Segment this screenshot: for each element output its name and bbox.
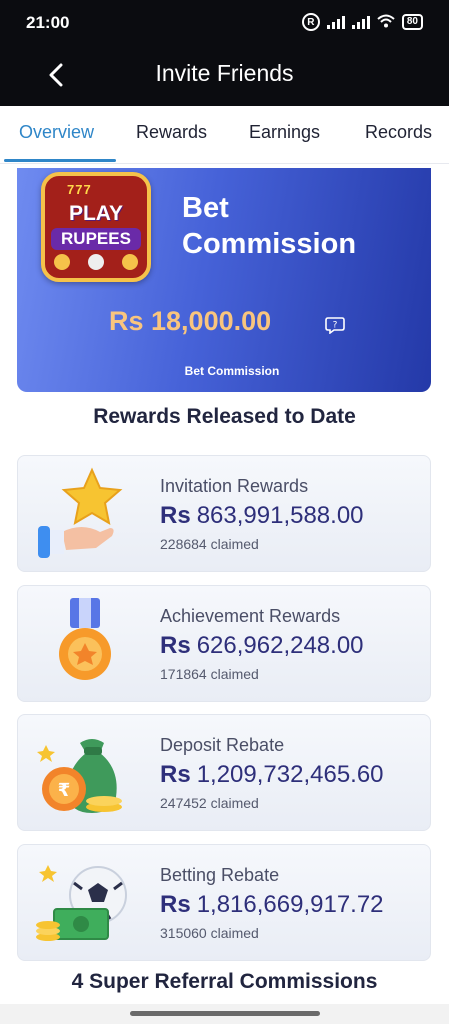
claimed-count: 247452 claimed [160,795,259,811]
tab-overview[interactable]: Overview [19,122,94,143]
reward-card-invitation[interactable]: Invitation Rewards Rs 863,991,588.00 2286… [17,455,431,572]
home-indicator-bar [0,1004,449,1024]
chat-info-icon[interactable]: ? [325,316,345,334]
status-time: 21:00 [26,13,70,32]
bet-title-line2: Commission [182,228,357,260]
logo-rupees-text: RUPEES [51,228,141,250]
wifi-icon [377,14,395,31]
tab-rewards[interactable]: Rewards [136,122,207,143]
home-indicator[interactable] [130,1011,320,1016]
reward-amount: Rs 1,209,732,465.60 [160,761,384,789]
svg-text:?: ? [333,321,338,331]
logo-play-text: PLAY [68,202,124,225]
claimed-count: 171864 claimed [160,666,259,682]
reward-label: Achievement Rewards [160,606,341,626]
reward-label: Deposit Rebate [160,735,285,755]
reward-label: Invitation Rewards [160,476,309,496]
rewards-released-title: Rewards Released to Date [93,405,356,428]
currency-symbol: Rs [160,891,191,918]
active-tab-indicator [4,159,116,162]
claimed-count: 228684 claimed [160,536,259,552]
football-cash-icon [36,865,127,941]
play-rupees-logo: 777 PLAY RUPEES [41,172,151,282]
bet-commission-title: Bet Commission [182,190,356,262]
status-icons: R 80 [301,13,423,31]
currency-symbol: Rs [160,632,191,659]
reward-card-deposit[interactable]: ₹ Deposit Rebate Rs 1,209,732,465.60 2474… [17,714,431,831]
amount-value: 1,209,732,465.60 [196,761,384,788]
bet-commission-card: 777 PLAY RUPEES Bet Commission Rs 18,000… [17,168,431,392]
r-badge-icon: R [301,13,320,31]
logo-slot-text: 777 [67,182,92,197]
currency-symbol: Rs [160,761,191,788]
signal-icon [326,15,345,29]
reward-label: Betting Rebate [160,865,280,885]
logo-chips [45,254,147,270]
hand-star-icon [38,467,123,558]
money-bag-icon: ₹ [37,739,122,813]
tab-earnings[interactable]: Earnings [249,122,320,143]
currency-symbol: Rs [160,502,191,529]
bet-commission-amount: Rs 18,000.00 [109,306,272,336]
signal-icon-2 [351,15,370,29]
tab-records[interactable]: Records [365,122,432,143]
reward-amount: Rs 626,962,248.00 [160,632,364,660]
status-bar: 21:00 R 80 [0,0,449,44]
amount-value: 863,991,588.00 [196,502,364,529]
amount-value: 626,962,248.00 [196,632,364,659]
page-title: Invite Friends [155,60,294,86]
claimed-count: 315060 claimed [160,925,259,941]
amount-value: 1,816,669,917.72 [196,891,384,918]
svg-text:₹: ₹ [58,780,71,801]
reward-amount: Rs 1,816,669,917.72 [160,891,384,919]
reward-amount: Rs 863,991,588.00 [160,502,364,530]
bet-commission-subtitle: Bet Commission [184,364,280,378]
medal-icon [59,598,111,680]
reward-card-betting[interactable]: Betting Rebate Rs 1,816,669,917.72 315060… [17,844,431,961]
top-nav-bar: Invite Friends [0,44,449,106]
reward-card-achievement[interactable]: Achievement Rewards Rs 626,962,248.00 171… [17,585,431,702]
bet-title-line1: Bet [182,192,229,224]
tab-bar: Overview Rewards Earnings Records [0,106,449,164]
battery-icon: 80 [401,14,423,30]
content-scroll-area[interactable]: 777 PLAY RUPEES Bet Commission Rs 18,000… [0,164,449,1004]
super-referral-title: 4 Super Referral Commissions [71,970,378,993]
